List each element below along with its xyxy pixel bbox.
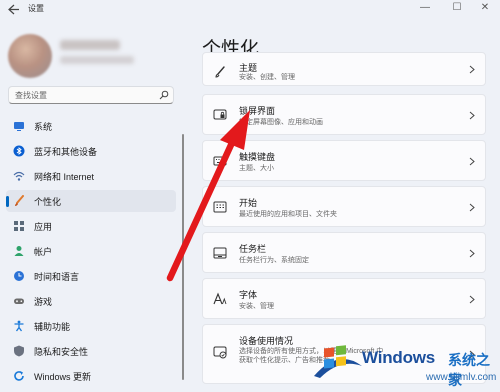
user-email-blurred (60, 56, 134, 64)
card-title: 锁屏界面 (239, 106, 276, 116)
sidebar-item-personalization[interactable]: 个性化 (6, 190, 176, 212)
user-profile[interactable] (8, 32, 168, 80)
sidebar-item-label: 隐私和安全性 (34, 347, 89, 357)
sidebar-item-label: 网络和 Internet (34, 172, 95, 182)
chevron-right-icon (469, 249, 475, 258)
card-subtitle: 主题、大小 (239, 165, 274, 172)
card-themes[interactable]: 主题 安装、创建、管理 (202, 52, 486, 86)
apps-icon (14, 221, 24, 231)
bluetooth-icon (13, 145, 25, 157)
sidebar-item-apps[interactable]: 应用 (6, 215, 176, 237)
keyboard-icon (213, 156, 227, 166)
card-lock-screen[interactable]: 锁屏界面 锁定屏幕图像、应用和动画 (202, 94, 486, 135)
user-name-blurred (60, 40, 120, 50)
maximize-button[interactable]: ☐ (442, 0, 472, 16)
chevron-right-icon (469, 111, 475, 120)
card-subtitle: 最近使用的应用和项目、文件夹 (239, 211, 337, 218)
card-fonts[interactable]: 字体 安装、管理 (202, 278, 486, 319)
monitor-icon (14, 122, 24, 131)
chevron-right-icon (469, 295, 475, 304)
card-title: 字体 (239, 290, 258, 300)
minimize-button[interactable]: — (410, 0, 440, 16)
card-title: 触摸键盘 (239, 152, 276, 162)
taskbar-icon (213, 247, 227, 259)
title-bar: 设置 — ☐ ✕ (0, 0, 500, 18)
card-taskbar[interactable]: 任务栏 任务栏行为、系统固定 (202, 232, 486, 273)
sidebar-item-label: 系统 (34, 122, 53, 132)
card-subtitle: 任务栏行为、系统固定 (239, 257, 309, 264)
chevron-right-icon (469, 203, 475, 212)
sidebar-item-time-language[interactable]: 时间和语言 (6, 265, 176, 287)
card-start[interactable]: 开始 最近使用的应用和项目、文件夹 (202, 186, 486, 227)
watermark-cn: 系统之家 (448, 352, 490, 388)
search-icon (159, 90, 169, 100)
sidebar-item-accounts[interactable]: 帐户 (6, 240, 176, 262)
chevron-right-icon (469, 157, 475, 166)
watermark-brand: Windows (362, 348, 436, 367)
sidebar-item-privacy[interactable]: 隐私和安全性 (6, 340, 176, 362)
sidebar-item-accessibility[interactable]: 辅助功能 (6, 315, 176, 337)
sidebar-item-label: 蓝牙和其他设备 (34, 147, 98, 157)
sidebar-item-gaming[interactable]: 游戏 (6, 290, 176, 312)
sidebar-item-label: 应用 (34, 222, 53, 232)
sidebar-item-label: 时间和语言 (34, 272, 80, 282)
sidebar-item-network[interactable]: 网络和 Internet (6, 165, 176, 187)
watermark: Windows 系统之家 www.bjjmlv.com (302, 336, 500, 392)
sidebar-item-windows-update[interactable]: Windows 更新 (6, 365, 176, 387)
brush-icon (215, 66, 225, 78)
person-icon (14, 246, 24, 256)
sidebar-item-label: 帐户 (34, 247, 53, 257)
card-title: 开始 (239, 198, 258, 208)
device-usage-icon (213, 346, 227, 359)
window-title: 设置 (28, 4, 44, 13)
card-subtitle: 安装、创建、管理 (239, 74, 295, 81)
gamepad-icon (14, 298, 24, 304)
globe-clock-icon (14, 271, 24, 281)
font-icon (213, 292, 227, 305)
search-placeholder: 查找设置 (15, 91, 47, 100)
accessibility-icon (14, 320, 24, 332)
sidebar-item-label: Windows 更新 (34, 372, 92, 382)
shield-icon (14, 345, 24, 357)
start-icon (213, 201, 227, 213)
brush-icon (15, 195, 24, 206)
windows-logo-icon (314, 345, 362, 378)
sidebar-item-system[interactable]: 系统 (6, 115, 176, 137)
lock-screen-icon (213, 109, 227, 120)
chevron-right-icon (469, 65, 475, 74)
watermark-url: www.bjjmlv.com (426, 372, 497, 383)
update-icon (14, 371, 24, 381)
back-arrow-icon[interactable] (8, 4, 20, 15)
card-subtitle: 锁定屏幕图像、应用和动画 (239, 119, 323, 126)
sidebar-item-label: 游戏 (34, 297, 53, 307)
close-button[interactable]: ✕ (470, 0, 500, 16)
sidebar-scrollbar[interactable] (182, 134, 184, 380)
card-title: 任务栏 (239, 244, 267, 254)
card-touch-keyboard[interactable]: 触摸键盘 主题、大小 (202, 140, 486, 181)
sidebar-item-label: 辅助功能 (34, 322, 71, 332)
avatar (8, 34, 52, 78)
card-subtitle: 安装、管理 (239, 303, 274, 310)
wifi-icon (13, 171, 25, 181)
search-input[interactable]: 查找设置 (8, 86, 174, 104)
selected-indicator (6, 196, 9, 207)
sidebar-item-bluetooth[interactable]: 蓝牙和其他设备 (6, 140, 176, 162)
sidebar-item-label: 个性化 (34, 197, 62, 207)
card-title: 设备使用情况 (239, 336, 294, 346)
